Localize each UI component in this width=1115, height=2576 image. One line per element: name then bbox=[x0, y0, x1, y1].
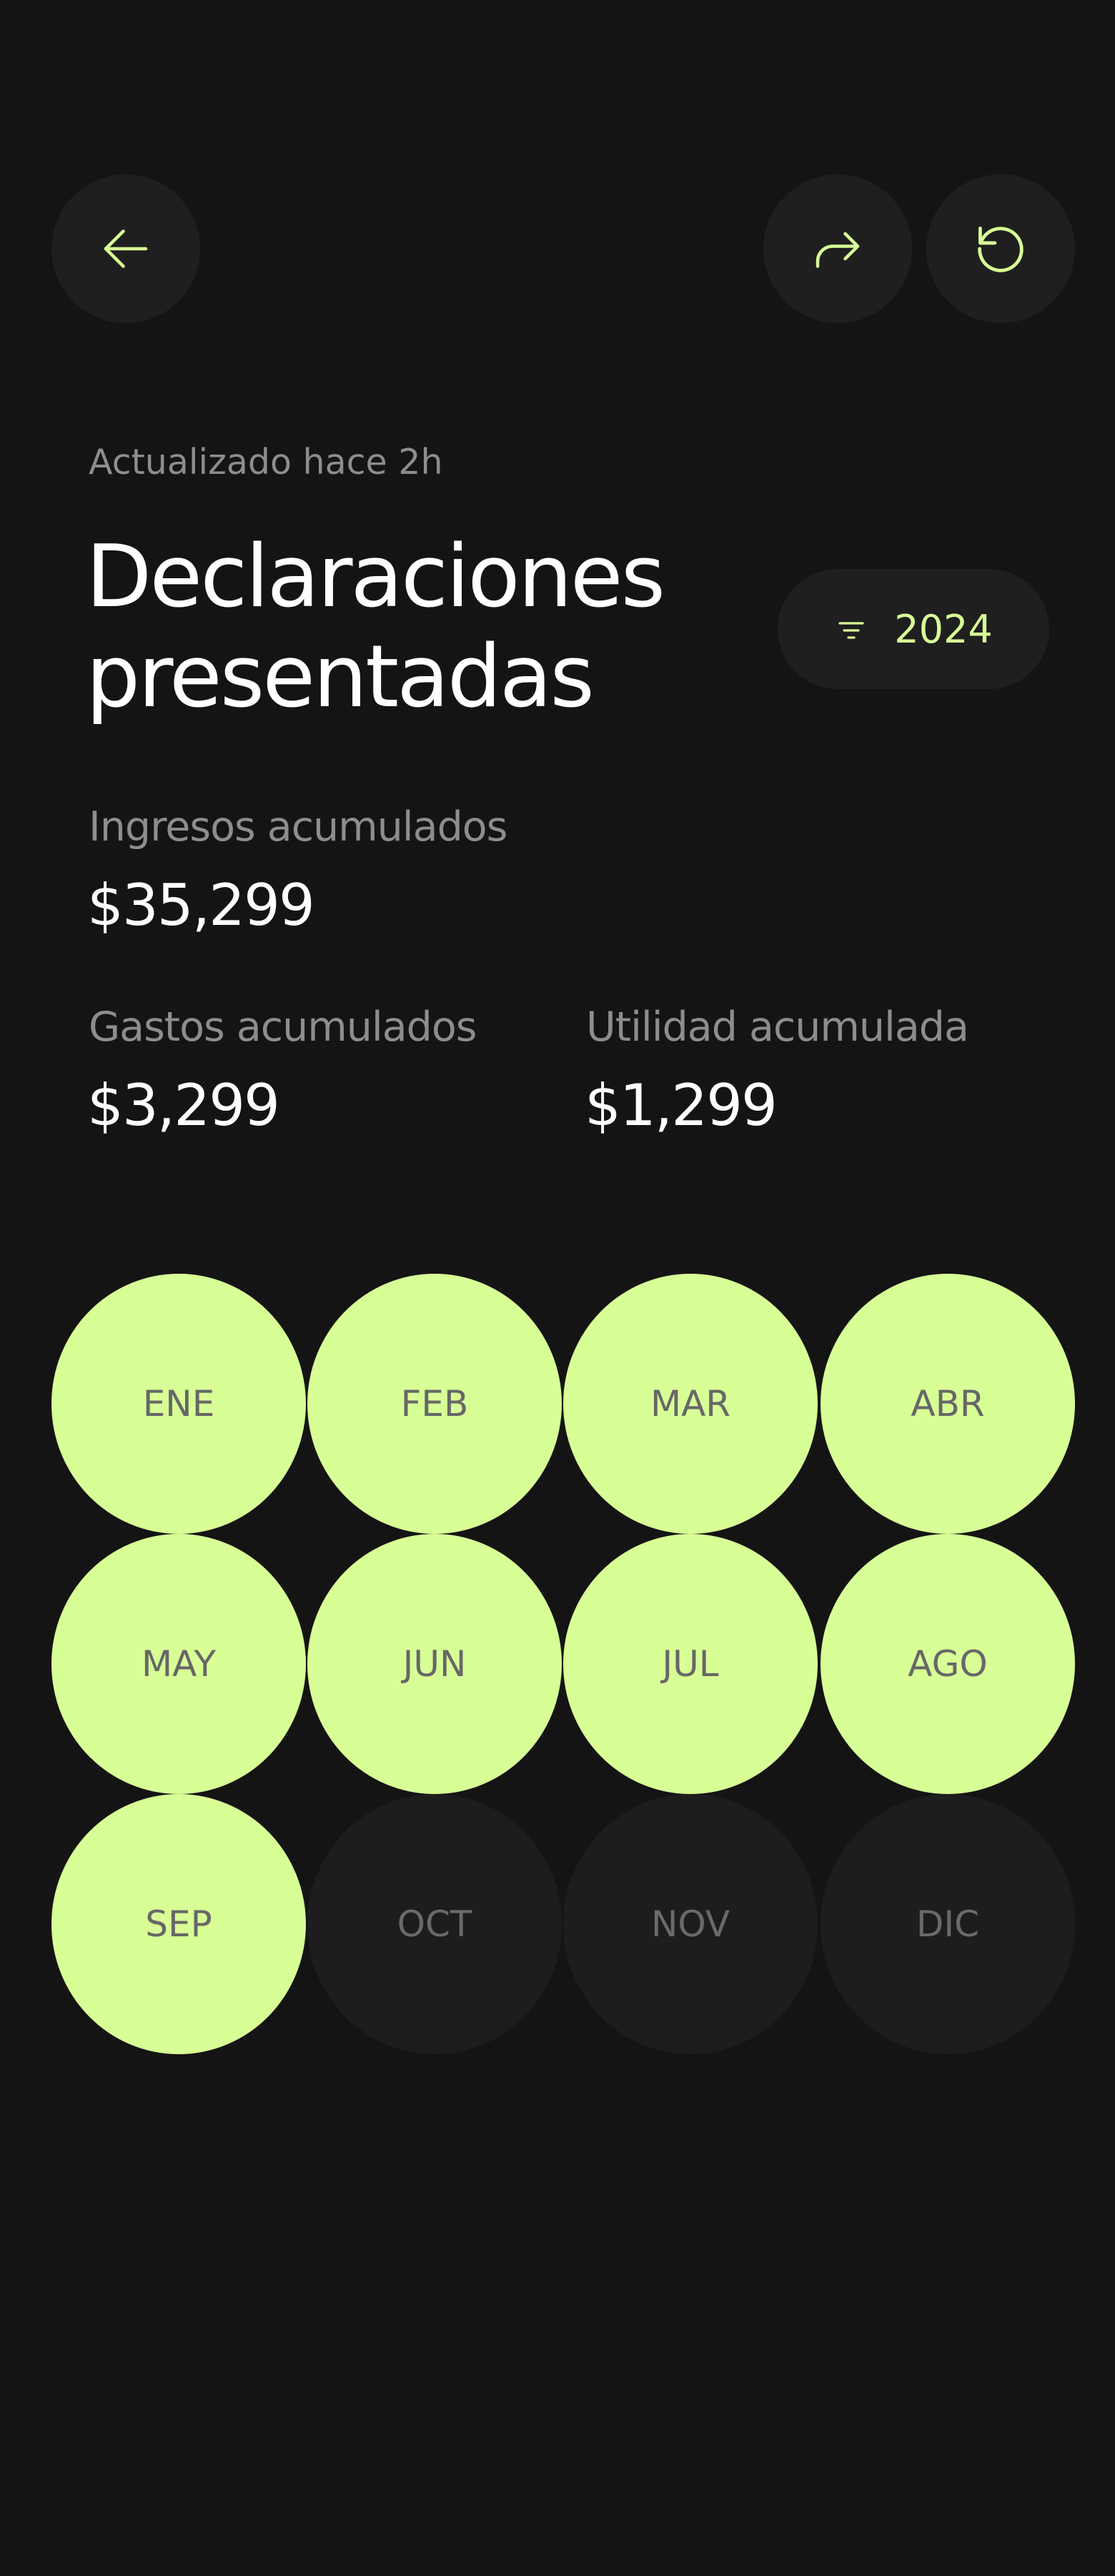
month-dic[interactable]: DIC bbox=[821, 1794, 1075, 2054]
expenses-value: $3,299 bbox=[87, 1072, 280, 1139]
month-label: NOV bbox=[650, 1903, 730, 1945]
month-nov[interactable]: NOV bbox=[563, 1794, 818, 2054]
month-sep[interactable]: SEP bbox=[51, 1794, 306, 2054]
declarations-screen: Actualizado hace 2h Declaraciones presen… bbox=[0, 0, 1115, 2576]
month-ene[interactable]: ENE bbox=[51, 1274, 306, 1534]
arrow-left-icon bbox=[104, 229, 148, 268]
share-button[interactable] bbox=[763, 174, 912, 323]
income-label: Ingresos acumulados bbox=[89, 803, 507, 851]
profit-value: $1,299 bbox=[585, 1072, 778, 1139]
income-value: $35,299 bbox=[87, 872, 315, 938]
filter-icon bbox=[838, 622, 864, 639]
share-forward-icon bbox=[816, 232, 860, 268]
page-title: Declaraciones presentadas bbox=[86, 527, 729, 728]
month-label: JUN bbox=[402, 1643, 467, 1685]
back-button[interactable] bbox=[51, 174, 200, 323]
month-feb[interactable]: FEB bbox=[307, 1274, 562, 1534]
month-abr[interactable]: ABR bbox=[821, 1274, 1075, 1534]
year-filter-button[interactable]: 2024 bbox=[778, 569, 1049, 689]
month-label: JUL bbox=[662, 1643, 719, 1685]
month-label: OCT bbox=[397, 1903, 472, 1945]
month-jun[interactable]: JUN bbox=[307, 1534, 562, 1794]
year-filter-label: 2024 bbox=[894, 606, 993, 652]
month-label: SEP bbox=[145, 1903, 212, 1945]
month-label: MAR bbox=[650, 1383, 731, 1425]
month-label: FEB bbox=[400, 1383, 469, 1425]
month-label: ABR bbox=[911, 1383, 985, 1425]
refresh-button[interactable] bbox=[926, 174, 1075, 323]
month-oct[interactable]: OCT bbox=[307, 1794, 562, 2054]
month-label: DIC bbox=[916, 1903, 980, 1945]
month-jul[interactable]: JUL bbox=[563, 1534, 818, 1794]
page-title-line2: presentadas bbox=[86, 628, 595, 727]
month-ago[interactable]: AGO bbox=[821, 1534, 1075, 1794]
month-label: MAY bbox=[141, 1643, 216, 1685]
profit-label: Utilidad acumulada bbox=[586, 1004, 969, 1051]
month-label: ENE bbox=[142, 1383, 215, 1425]
expenses-label: Gastos acumulados bbox=[89, 1004, 477, 1051]
page-title-line1: Declaraciones bbox=[86, 527, 665, 627]
refresh-icon bbox=[978, 227, 1024, 272]
last-updated-text: Actualizado hace 2h bbox=[89, 442, 443, 482]
month-label: AGO bbox=[908, 1643, 988, 1685]
month-mar[interactable]: MAR bbox=[563, 1274, 818, 1534]
month-may[interactable]: MAY bbox=[51, 1534, 306, 1794]
